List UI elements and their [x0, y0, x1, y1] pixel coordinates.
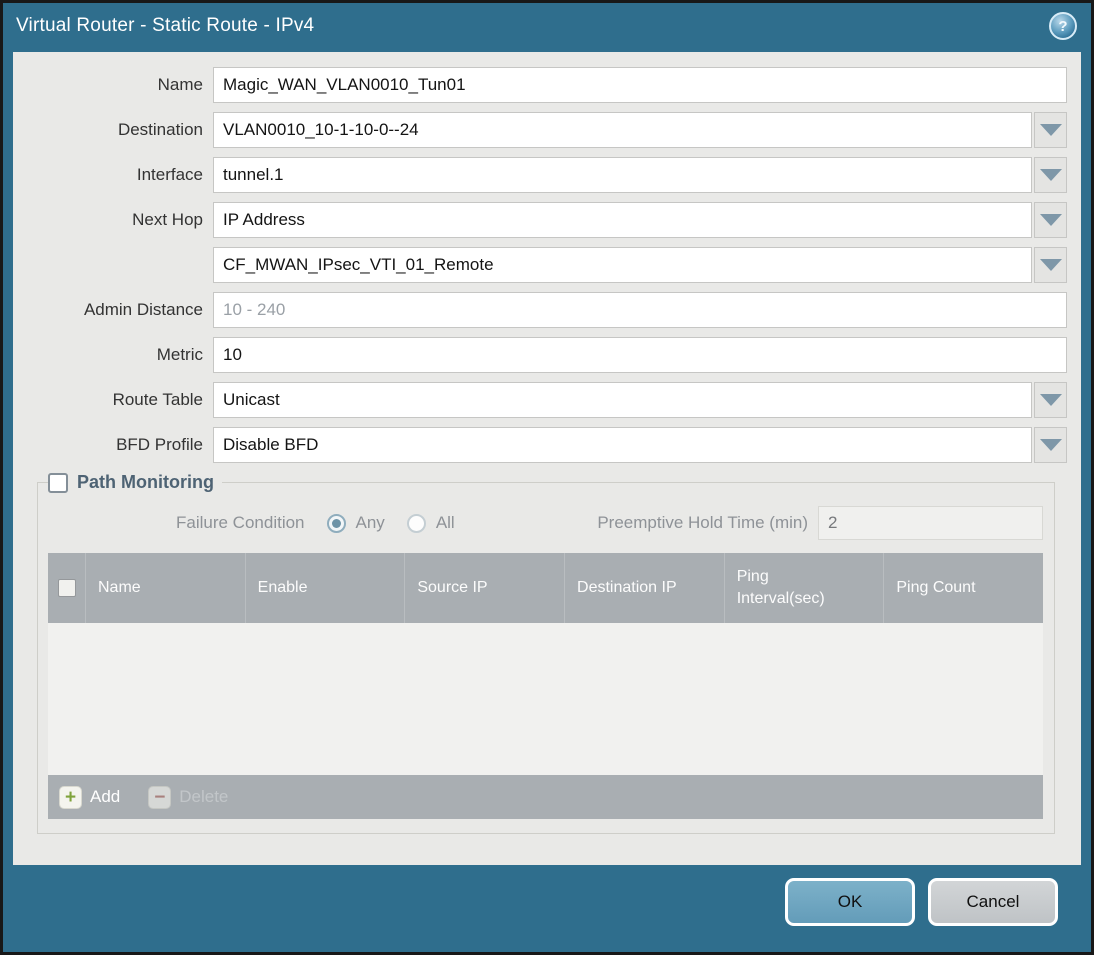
interface-input[interactable]: [213, 157, 1032, 193]
failure-condition-all-radio[interactable]: [406, 513, 426, 533]
metric-row: Metric: [27, 337, 1067, 373]
chevron-down-icon: [1039, 394, 1062, 406]
admin-distance-label: Admin Distance: [83, 300, 203, 319]
path-monitoring-table: Name Enable Source IP Destination IP Pin…: [48, 553, 1043, 819]
failure-condition-row: Failure Condition Any All Preemptive Hol…: [48, 506, 1043, 540]
column-header-destination-ip: Destination IP: [564, 553, 724, 623]
next-hop-row: Next Hop: [27, 202, 1067, 238]
select-all-cell: [48, 553, 85, 623]
path-monitoring-legend: Path Monitoring: [48, 472, 222, 493]
route-table-dropdown-button[interactable]: [1034, 382, 1067, 418]
destination-input[interactable]: [213, 112, 1032, 148]
next-hop-address-input[interactable]: [213, 247, 1032, 283]
route-table-row: Route Table: [27, 382, 1067, 418]
add-button-label: Add: [90, 787, 121, 806]
next-hop-address-row: [27, 247, 1067, 283]
column-header-ping-interval: Ping Interval(sec): [723, 553, 884, 623]
table-toolbar: + Add − Delete: [48, 775, 1043, 819]
next-hop-address-label: [27, 247, 213, 283]
select-all-checkbox[interactable]: [57, 579, 76, 597]
chevron-down-icon: [1039, 259, 1062, 271]
next-hop-type-input[interactable]: [213, 202, 1032, 238]
name-label: Name: [157, 75, 203, 94]
chevron-down-icon: [1039, 169, 1062, 181]
chevron-down-icon: [1039, 439, 1062, 451]
failure-condition-any-radio[interactable]: [326, 513, 346, 533]
help-icon[interactable]: ?: [1049, 12, 1077, 40]
add-button[interactable]: + Add: [59, 785, 121, 809]
next-hop-type-dropdown-button[interactable]: [1034, 202, 1067, 238]
table-header: Name Enable Source IP Destination IP Pin…: [48, 553, 1043, 623]
route-table-input[interactable]: [213, 382, 1032, 418]
plus-icon: +: [59, 785, 82, 809]
delete-button-label: Delete: [179, 787, 229, 806]
preemptive-hold-time-label: Preemptive Hold Time (min): [597, 513, 808, 532]
metric-input[interactable]: [213, 337, 1067, 373]
next-hop-address-dropdown-button[interactable]: [1034, 247, 1067, 283]
dialog-body: Name Destination Interface: [13, 52, 1081, 865]
column-header-source-ip: Source IP: [404, 553, 564, 623]
failure-condition-label: Failure Condition: [176, 513, 305, 532]
destination-dropdown-button[interactable]: [1034, 112, 1067, 148]
column-header-ping-count: Ping Count: [883, 553, 1043, 623]
chevron-down-icon: [1039, 214, 1062, 226]
interface-label: Interface: [136, 165, 203, 184]
preemptive-hold-time-input[interactable]: [818, 506, 1043, 540]
ok-button[interactable]: OK: [785, 878, 915, 926]
table-body-empty: [48, 623, 1043, 775]
bfd-profile-dropdown-button[interactable]: [1034, 427, 1067, 463]
admin-distance-row: Admin Distance: [27, 292, 1067, 328]
destination-row: Destination: [27, 112, 1067, 148]
next-hop-label: Next Hop: [132, 210, 203, 229]
bfd-profile-row: BFD Profile: [27, 427, 1067, 463]
path-monitoring-section: Path Monitoring Failure Condition Any Al…: [37, 472, 1055, 834]
metric-label: Metric: [156, 345, 203, 364]
destination-label: Destination: [117, 120, 203, 139]
name-row: Name: [27, 67, 1067, 103]
column-header-name: Name: [85, 553, 245, 623]
interface-dropdown-button[interactable]: [1034, 157, 1067, 193]
path-monitoring-checkbox[interactable]: [48, 472, 68, 493]
dialog-titlebar: Virtual Router - Static Route - IPv4 ?: [3, 3, 1091, 49]
name-input[interactable]: [213, 67, 1067, 103]
dialog-title: Virtual Router - Static Route - IPv4: [16, 15, 315, 36]
dialog-actions: OK Cancel: [785, 878, 1058, 926]
cancel-button[interactable]: Cancel: [928, 878, 1058, 926]
path-monitoring-title: Path Monitoring: [77, 472, 214, 492]
route-table-label: Route Table: [112, 390, 203, 409]
static-route-dialog: Virtual Router - Static Route - IPv4 ? N…: [0, 0, 1094, 955]
admin-distance-input[interactable]: [213, 292, 1067, 328]
delete-button[interactable]: − Delete: [148, 785, 229, 809]
column-header-enable: Enable: [244, 553, 405, 623]
interface-row: Interface: [27, 157, 1067, 193]
chevron-down-icon: [1039, 124, 1062, 136]
failure-condition-all-label: All: [435, 513, 455, 532]
failure-condition-any-label: Any: [355, 513, 385, 532]
minus-icon: −: [148, 785, 172, 809]
bfd-profile-input[interactable]: [213, 427, 1032, 463]
bfd-profile-label: BFD Profile: [116, 435, 203, 454]
